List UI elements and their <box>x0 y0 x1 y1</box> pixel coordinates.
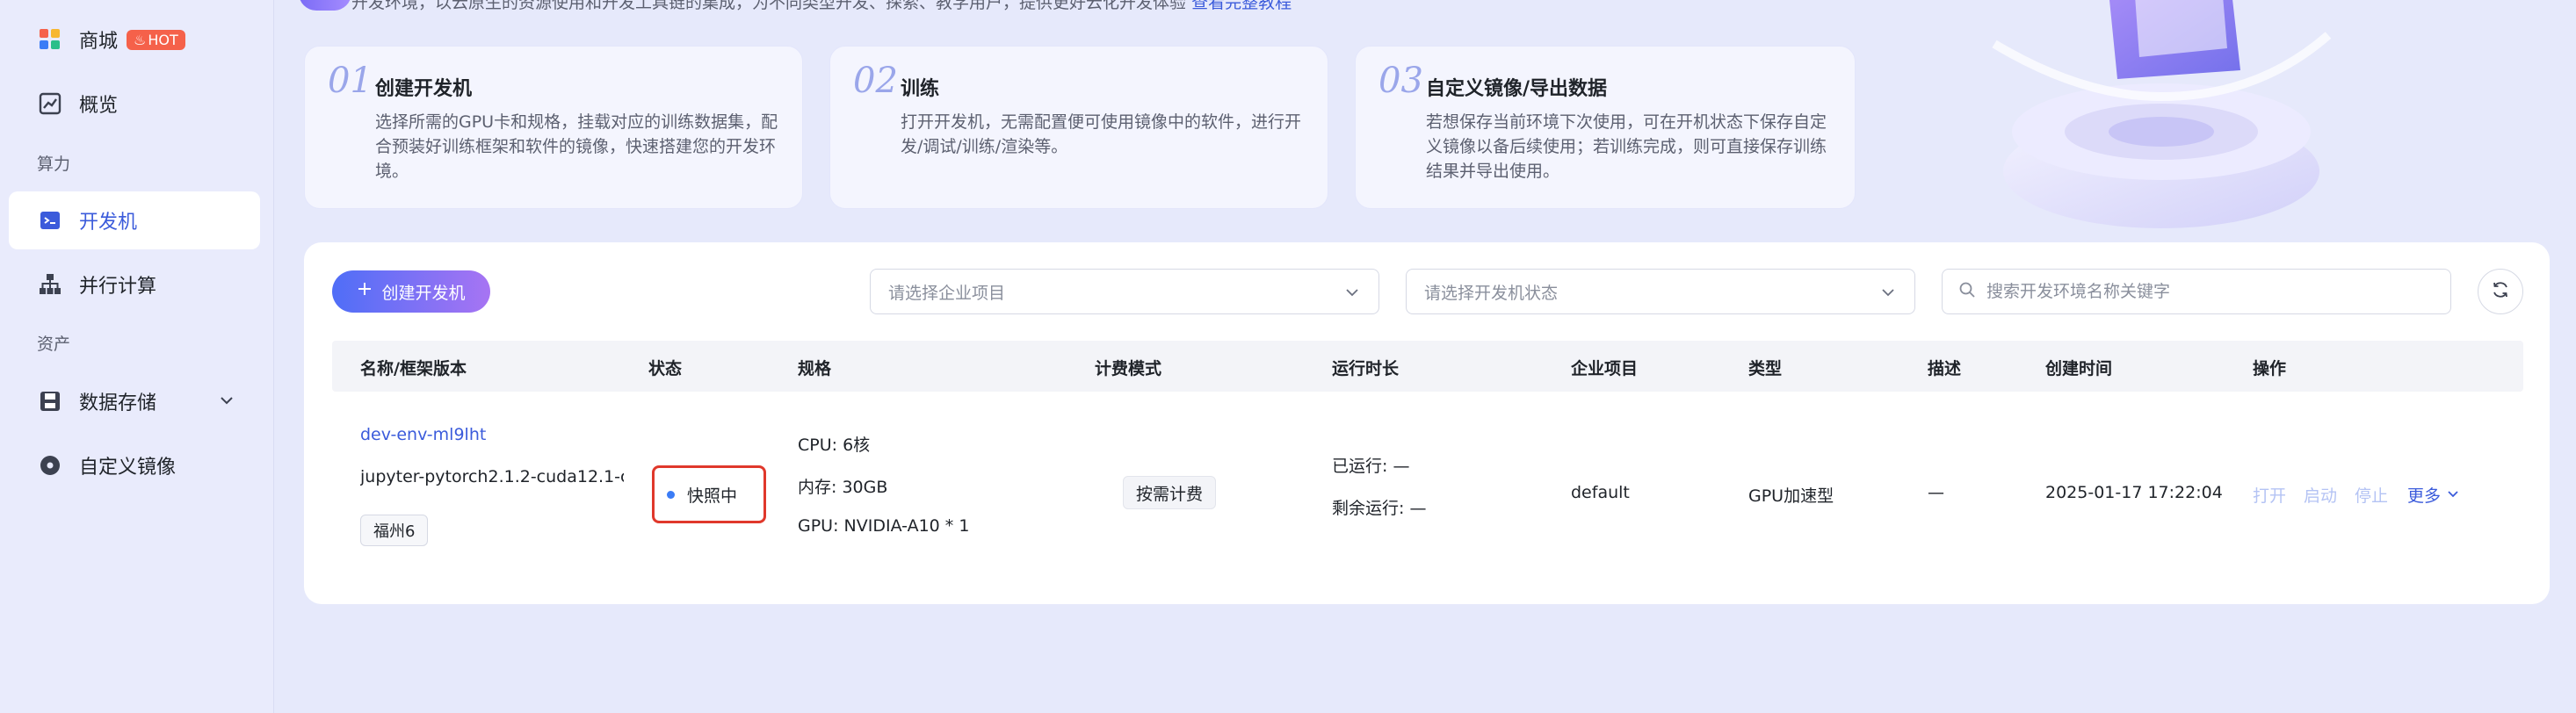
banner-description: 开发环境，以云原生的资源使用和开发工具链的集成，为不同类型开发、探索、教学用户，… <box>351 0 1292 13</box>
step-number: 02 <box>853 61 898 101</box>
refresh-button[interactable] <box>2478 269 2523 314</box>
chevron-down-icon <box>1343 284 1361 306</box>
run-time-remaining: 剩余运行: — <box>1332 499 1427 518</box>
region-tag: 福州6 <box>360 515 429 546</box>
search-icon <box>1958 281 1976 303</box>
step-card-export: 03 自定义镜像/导出数据 若想保存当前环境下次使用，可在开机状态下保存自定义镜… <box>1355 46 1856 209</box>
search-box <box>1942 269 2451 314</box>
billing-tag: 按需计费 <box>1123 476 1217 509</box>
column-header: 名称/框架版本 <box>360 359 467 378</box>
spec-cpu: CPU: 6核 <box>798 436 871 455</box>
sidebar-item-label: 自定义镜像 <box>79 457 177 479</box>
column-header: 操作 <box>2253 359 2287 378</box>
sidebar: 商城 ♨ HOT 概览 算力 开发机 并行计算 资产 数据存储 自定义镜像 <box>0 0 274 713</box>
hierarchy-icon <box>37 271 63 298</box>
step-title: 创建开发机 <box>375 78 473 100</box>
step-description: 选择所需的GPU卡和规格，挂载对应的训练数据集，配合预装好训练框架和软件的镜像，… <box>375 112 778 181</box>
framework-version: jupyter-pytorch2.1.2-cuda12.1-c... <box>360 467 624 486</box>
sidebar-item-devbox[interactable]: 开发机 <box>9 191 260 249</box>
spec-gpu: GPU: NVIDIA-A10 * 1 <box>798 516 970 536</box>
sidebar-item-label: 商城 <box>79 31 119 53</box>
chevron-down-icon <box>2446 486 2460 505</box>
hot-badge: ♨ HOT <box>127 29 185 50</box>
created-time: 2025-01-17 17:22:04 <box>2045 483 2223 502</box>
column-header: 创建时间 <box>2045 359 2113 378</box>
more-action[interactable]: 更多 <box>2407 483 2460 507</box>
status-dot <box>667 490 675 499</box>
column-header: 描述 <box>1928 359 1962 378</box>
devbox-name-link[interactable]: dev-env-ml9lht <box>360 425 486 444</box>
start-action[interactable]: 启动 <box>2304 483 2337 507</box>
sidebar-item-label: 概览 <box>79 95 119 117</box>
column-header: 类型 <box>1748 359 1783 378</box>
sidebar-item-label: 并行计算 <box>79 276 157 298</box>
banner-illustration <box>1992 0 2332 228</box>
run-time-elapsed: 已运行: — <box>1332 457 1410 476</box>
refresh-icon <box>2491 280 2510 303</box>
step-title: 自定义镜像/导出数据 <box>1426 78 1608 100</box>
sidebar-item-storage[interactable]: 数据存储 <box>9 372 260 430</box>
description: — <box>1928 483 1944 502</box>
step-card-create: 01 创建开发机 选择所需的GPU卡和规格，挂载对应的训练数据集，配合预装好训练… <box>304 46 803 209</box>
stop-action[interactable]: 停止 <box>2355 483 2388 507</box>
tutorial-link[interactable]: 查看完整教程 <box>1191 0 1292 12</box>
section-assets: 资产 <box>37 335 71 354</box>
chart-line-icon <box>37 90 63 117</box>
banner-logo <box>299 0 351 11</box>
step-description: 若想保存当前环境下次使用，可在开机状态下保存自定义镜像以备后续使用；若训练完成，… <box>1426 112 1827 181</box>
sidebar-item-label: 开发机 <box>79 212 138 234</box>
instance-type: GPU加速型 <box>1748 486 1834 506</box>
step-number: 01 <box>328 61 373 101</box>
save-disk-icon <box>37 388 63 414</box>
devbox-panel: 创建开发机 请选择企业项目 请选择开发机状态 名称/框架版本 <box>304 242 2550 604</box>
sidebar-item-overview[interactable]: 概览 <box>9 75 260 133</box>
column-header: 运行时长 <box>1332 359 1400 378</box>
column-header: 规格 <box>798 359 832 378</box>
terminal-icon <box>37 207 63 234</box>
column-header: 企业项目 <box>1571 359 1639 378</box>
sidebar-item-parallel[interactable]: 并行计算 <box>9 256 260 313</box>
chevron-down-icon <box>1879 284 1897 306</box>
enterprise-project: default <box>1571 483 1630 502</box>
column-header: 计费模式 <box>1095 359 1162 378</box>
create-devbox-button[interactable]: 创建开发机 <box>332 270 490 313</box>
spec-memory: 内存: 30GB <box>798 478 888 497</box>
disc-icon <box>37 452 63 479</box>
search-input[interactable] <box>1986 282 2426 301</box>
sidebar-item-label: 数据存储 <box>79 393 157 414</box>
step-title: 训练 <box>901 78 940 100</box>
table-row: dev-env-ml9lht jupyter-pytorch2.1.2-cuda… <box>332 392 2523 567</box>
step-card-train: 02 训练 打开开发机，无需配置便可使用镜像中的软件，进行开发/调试/训练/渲染… <box>829 46 1328 209</box>
status-badge: 快照中 <box>652 465 766 523</box>
step-number: 03 <box>1378 61 1423 101</box>
status-select[interactable]: 请选择开发机状态 <box>1406 269 1915 314</box>
open-action[interactable]: 打开 <box>2253 483 2286 507</box>
column-header: 状态 <box>648 359 683 378</box>
sidebar-item-store[interactable]: 商城 ♨ HOT <box>9 11 260 68</box>
plus-icon <box>357 281 373 302</box>
section-compute: 算力 <box>37 155 71 174</box>
table-header: 名称/框架版本 状态 规格 计费模式 运行时长 企业项目 类型 描述 创建时间 … <box>332 341 2523 392</box>
store-grid-icon <box>37 26 63 53</box>
project-select[interactable]: 请选择企业项目 <box>870 269 1379 314</box>
step-description: 打开开发机，无需配置便可使用镜像中的软件，进行开发/调试/训练/渲染等。 <box>901 112 1302 156</box>
chevron-down-icon[interactable] <box>218 392 235 414</box>
sidebar-item-custom-image[interactable]: 自定义镜像 <box>9 436 260 494</box>
flame-icon: ♨ <box>134 31 147 48</box>
